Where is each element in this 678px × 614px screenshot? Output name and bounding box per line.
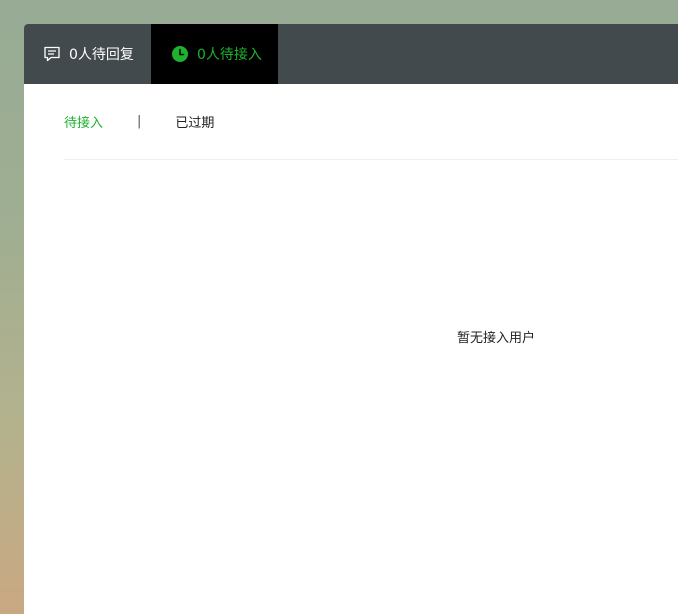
tab-awaiting-access[interactable]: 0人待接入 xyxy=(151,24,278,84)
chat-bubble-icon xyxy=(43,45,61,63)
chat-window: 0人待回复 0人待接入 待接入 | 已过期 暂无接入用户 xyxy=(24,24,678,614)
tab-awaiting-access-label: 0人待接入 xyxy=(197,47,262,63)
subtab-pending[interactable]: 待接入 xyxy=(64,112,103,131)
subtab-bar: 待接入 | 已过期 xyxy=(64,84,678,160)
tab-awaiting-reply[interactable]: 0人待回复 xyxy=(24,24,151,84)
clock-icon xyxy=(171,45,189,63)
empty-state-message: 暂无接入用户 xyxy=(457,331,536,346)
subtab-separator: | xyxy=(137,114,142,129)
subtab-expired[interactable]: 已过期 xyxy=(175,112,214,131)
tab-awaiting-reply-label: 0人待回复 xyxy=(69,47,134,63)
top-bar: 0人待回复 0人待接入 xyxy=(24,24,678,84)
